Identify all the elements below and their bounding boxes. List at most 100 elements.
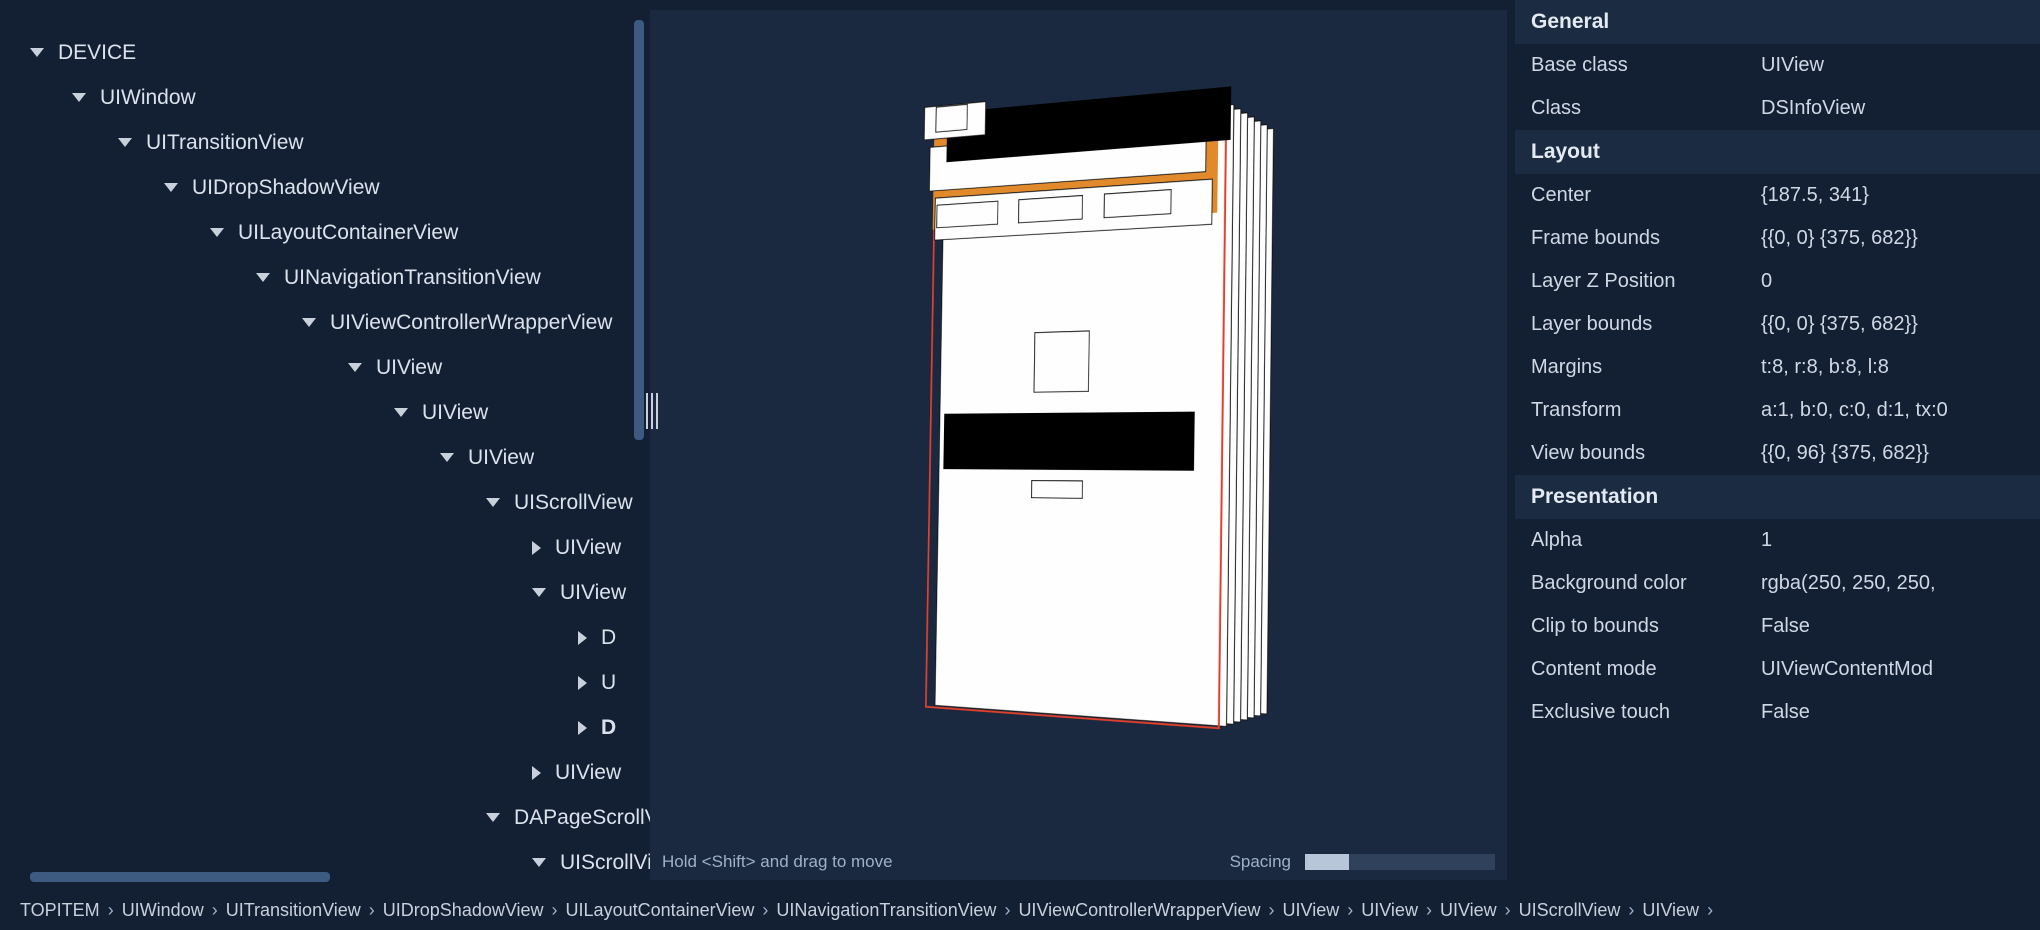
tree-item[interactable]: UIWindow <box>0 75 650 120</box>
tree-item[interactable]: UIScrollView <box>0 480 650 525</box>
tree-item[interactable]: D <box>0 705 650 750</box>
tree-item[interactable]: U <box>0 660 650 705</box>
tree-item[interactable]: UILayoutContainerView <box>0 210 650 255</box>
chevron-right-icon[interactable] <box>578 631 587 645</box>
chevron-right-icon[interactable] <box>578 676 587 690</box>
tree-item-label: UIView <box>376 356 442 380</box>
chevron-down-icon[interactable] <box>256 273 270 282</box>
breadcrumb-item[interactable]: UIWindow <box>122 900 204 921</box>
chevron-right-icon: › <box>208 900 222 921</box>
chevron-down-icon[interactable] <box>210 228 224 237</box>
property-key: Clip to bounds <box>1531 615 1761 638</box>
chevron-down-icon[interactable] <box>486 813 500 822</box>
breadcrumb-item[interactable]: UIViewControllerWrapperView <box>1018 900 1260 921</box>
canvas-hint-text: Hold <Shift> and drag to move <box>662 852 893 872</box>
tree-item[interactable]: UIView <box>0 435 650 480</box>
breadcrumb-item[interactable]: TOPITEM <box>20 900 100 921</box>
property-value: rgba(250, 250, 250, <box>1761 572 2024 595</box>
property-key: Base class <box>1531 54 1761 77</box>
property-key: Class <box>1531 97 1761 120</box>
tree-item[interactable]: UIView <box>0 390 650 435</box>
property-section-header: General <box>1515 0 2040 44</box>
tree-item-label: UIViewControllerWrapperView <box>330 311 612 335</box>
property-row: Background colorrgba(250, 250, 250, <box>1515 562 2040 605</box>
chevron-right-icon[interactable] <box>532 766 541 780</box>
tree-item[interactable]: DEVICE <box>0 30 650 75</box>
exploded-view-stage[interactable] <box>650 10 1507 880</box>
tree-item-label: DEVICE <box>58 41 136 65</box>
hierarchy-tree-panel: DEVICE UIWindow UITransitionView UIDropShad… <box>0 0 650 890</box>
tree-item[interactable]: DAPageScrollView <box>0 795 650 840</box>
tree-item[interactable]: UITransitionView <box>0 120 650 165</box>
chevron-down-icon[interactable] <box>486 498 500 507</box>
chevron-right-icon[interactable] <box>532 541 541 555</box>
chevron-down-icon[interactable] <box>394 408 408 417</box>
chevron-right-icon: › <box>1703 900 1717 921</box>
breadcrumb-item[interactable]: UIDropShadowView <box>383 900 544 921</box>
tree-item-label: UIDropShadowView <box>192 176 380 200</box>
property-row: Center{187.5, 341} <box>1515 174 2040 217</box>
chevron-right-icon[interactable] <box>578 721 587 735</box>
chevron-down-icon[interactable] <box>302 318 316 327</box>
property-value: False <box>1761 701 2024 724</box>
chevron-right-icon: › <box>1624 900 1638 921</box>
breadcrumb-item[interactable]: UITransitionView <box>226 900 361 921</box>
property-value: {{0, 0} {375, 682}} <box>1761 313 2024 336</box>
tree-item[interactable]: UIDropShadowView <box>0 165 650 210</box>
chevron-down-icon[interactable] <box>164 183 178 192</box>
spacing-slider-thumb[interactable] <box>1305 854 1349 870</box>
breadcrumb-item[interactable]: UIView <box>1642 900 1699 921</box>
spacing-label: Spacing <box>1230 852 1291 872</box>
tree-item-label: UIView <box>555 761 621 785</box>
property-value: {187.5, 341} <box>1761 184 2024 207</box>
breadcrumb-item[interactable]: UINavigationTransitionView <box>776 900 996 921</box>
property-row: Layer bounds{{0, 0} {375, 682}} <box>1515 303 2040 346</box>
property-row: Transforma:1, b:0, c:0, d:1, tx:0 <box>1515 389 2040 432</box>
tree-item[interactable]: UIView <box>0 525 650 570</box>
property-row: Marginst:8, r:8, b:8, l:8 <box>1515 346 2040 389</box>
property-key: Background color <box>1531 572 1761 595</box>
breadcrumb-item[interactable]: UIView <box>1361 900 1418 921</box>
breadcrumb-item[interactable]: UILayoutContainerView <box>566 900 755 921</box>
chevron-down-icon[interactable] <box>72 93 86 102</box>
chevron-down-icon[interactable] <box>118 138 132 147</box>
tree-item-label: UILayoutContainerView <box>238 221 458 245</box>
tree-item-label: DAPageScrollView <box>514 806 650 830</box>
spacing-slider[interactable] <box>1305 854 1495 870</box>
chevron-down-icon[interactable] <box>532 858 546 867</box>
property-row: Content modeUIViewContentMod <box>1515 648 2040 691</box>
tree-vertical-scrollbar[interactable] <box>634 20 644 440</box>
property-key: Exclusive touch <box>1531 701 1761 724</box>
chevron-right-icon: › <box>365 900 379 921</box>
tree-item[interactable]: UIView <box>0 750 650 795</box>
tree-item-label: UIView <box>468 446 534 470</box>
breadcrumb-item[interactable]: UIView <box>1283 900 1340 921</box>
property-key: Frame bounds <box>1531 227 1761 250</box>
chevron-right-icon: › <box>758 900 772 921</box>
chevron-right-icon: › <box>1422 900 1436 921</box>
tree-item[interactable]: UIViewControllerWrapperView <box>0 300 650 345</box>
chevron-down-icon[interactable] <box>30 48 44 57</box>
breadcrumb-item[interactable]: UIScrollView <box>1519 900 1621 921</box>
view-canvas-panel[interactable]: Hold <Shift> and drag to move Spacing <box>650 10 1507 880</box>
chevron-down-icon[interactable] <box>440 453 454 462</box>
property-key: Content mode <box>1531 658 1761 681</box>
property-key: Margins <box>1531 356 1761 379</box>
property-row: Alpha1 <box>1515 519 2040 562</box>
property-key: View bounds <box>1531 442 1761 465</box>
property-value: {{0, 96} {375, 682}} <box>1761 442 2024 465</box>
chevron-down-icon[interactable] <box>348 363 362 372</box>
chevron-right-icon: › <box>1343 900 1357 921</box>
breadcrumb-item[interactable]: UIView <box>1440 900 1497 921</box>
property-row: Clip to boundsFalse <box>1515 605 2040 648</box>
tree-item[interactable]: UIView <box>0 345 650 390</box>
property-section-header: Presentation <box>1515 475 2040 519</box>
tree-horizontal-scrollbar[interactable] <box>30 872 330 882</box>
chevron-down-icon[interactable] <box>532 588 546 597</box>
tree-item[interactable]: UINavigationTransitionView <box>0 255 650 300</box>
tree-item-label: UITransitionView <box>146 131 304 155</box>
property-key: Transform <box>1531 399 1761 422</box>
tree-item[interactable]: D <box>0 615 650 660</box>
tree-item[interactable]: UIView <box>0 570 650 615</box>
property-row: ClassDSInfoView <box>1515 87 2040 130</box>
